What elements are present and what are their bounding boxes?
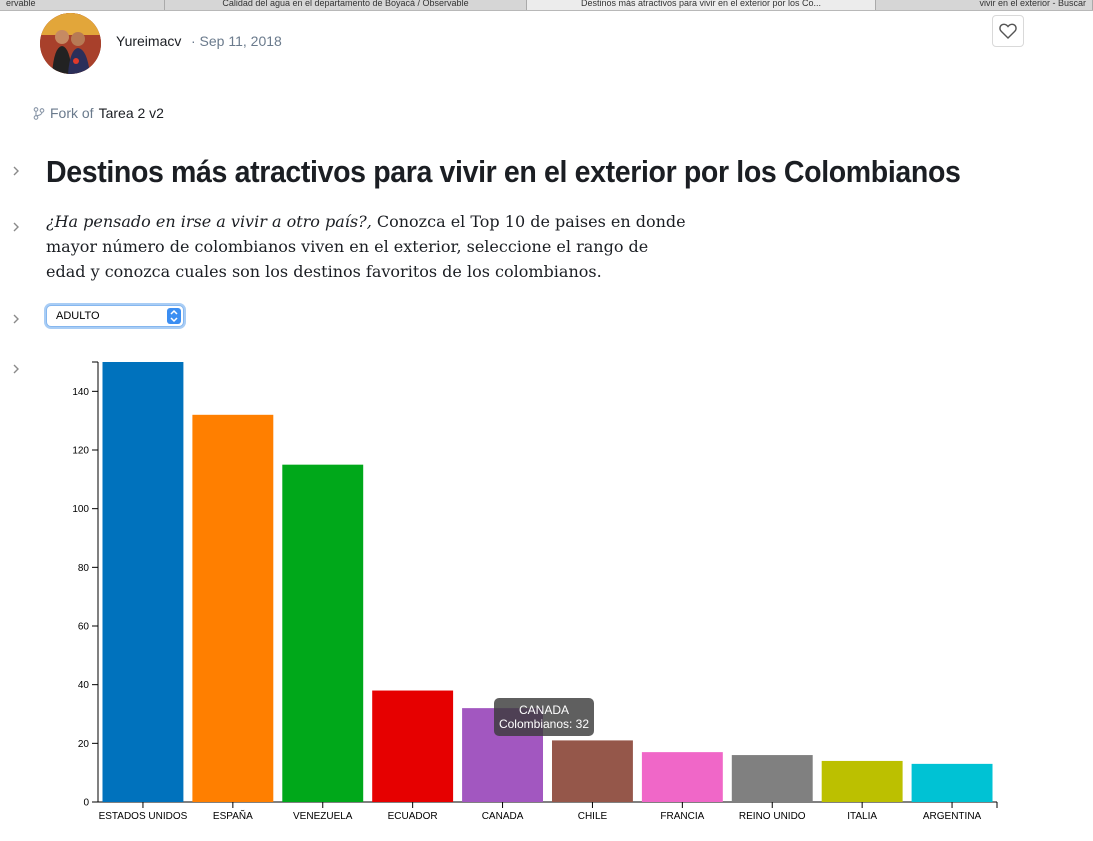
avatar[interactable] [40,13,101,74]
browser-tab[interactable]: vivir en el exterior - Buscar [876,0,1093,10]
fork-link[interactable]: Tarea 2 v2 [99,105,164,121]
x-tick-label: ARGENTINA [923,811,982,822]
browser-tab[interactable]: ervable [0,0,165,10]
x-tick-label: FRANCIA [660,811,704,822]
y-tick-label: 20 [78,739,90,750]
y-tick-label: 40 [78,680,90,691]
chart-tooltip: CANADA Colombianos: 32 [494,698,594,736]
age-range-select[interactable]: ADULTO [46,305,184,327]
x-tick-label: ESPAÑA [213,809,253,822]
fork-info: Fork of Tarea 2 v2 [33,105,164,121]
author-name[interactable]: Yureimacv [116,33,181,49]
bar-venezuela[interactable] [282,464,364,802]
intro-question: ¿Ha pensado en irse a vivir a otro país?… [46,212,372,231]
bar-españa[interactable] [192,414,274,802]
bar-italia[interactable] [821,760,903,802]
page-title: Destinos más atractivos para vivir en el… [46,154,961,189]
chevron-right-icon[interactable] [10,312,22,326]
x-tick-label: ITALIA [847,811,877,822]
x-tick-label: VENEZUELA [293,811,353,822]
age-range-value: ADULTO [56,310,100,322]
x-tick-label: REINO UNIDO [739,811,806,822]
y-tick-label: 0 [83,798,89,809]
x-tick-label: ECUADOR [388,811,438,822]
tooltip-value: Colombianos: 32 [498,717,590,731]
bar-ecuador[interactable] [372,690,454,802]
bar-reino-unido[interactable] [731,755,813,802]
y-tick-label: 140 [72,387,89,398]
publish-date: · Sep 11, 2018 [191,33,282,49]
browser-tab-bar: ervable Calidad del agua en el departame… [0,0,1093,11]
bar-chile[interactable] [551,740,633,802]
y-tick-label: 120 [72,446,89,457]
bar-estados-unidos[interactable] [102,362,184,802]
browser-tab-active[interactable]: Destinos más atractivos para vivir en el… [527,0,876,10]
like-button[interactable] [992,15,1024,47]
x-tick-label: CANADA [482,811,524,822]
chevron-right-icon[interactable] [10,220,22,234]
fork-icon [33,106,45,120]
intro-paragraph: ¿Ha pensado en irse a vivir a otro país?… [46,209,686,284]
x-tick-label: CHILE [578,811,608,822]
chevron-right-icon[interactable] [10,164,22,178]
y-tick-label: 60 [78,622,90,633]
bar-argentina[interactable] [911,763,993,802]
tooltip-title: CANADA [518,703,569,717]
y-tick-label: 80 [78,563,90,574]
x-tick-label: ESTADOS UNIDOS [99,811,188,822]
bar-chart: 0 20 40 60 80 100 120 140 ESTADOS UNIDOS ESPAÑA VE… [72,361,998,822]
y-tick-label: 100 [72,504,89,515]
bar-francia[interactable] [641,752,723,802]
heart-icon [999,23,1017,39]
browser-tab[interactable]: Calidad del agua en el departamento de B… [165,0,527,10]
select-arrows-icon [167,308,181,324]
fork-label: Fork of [50,105,94,121]
